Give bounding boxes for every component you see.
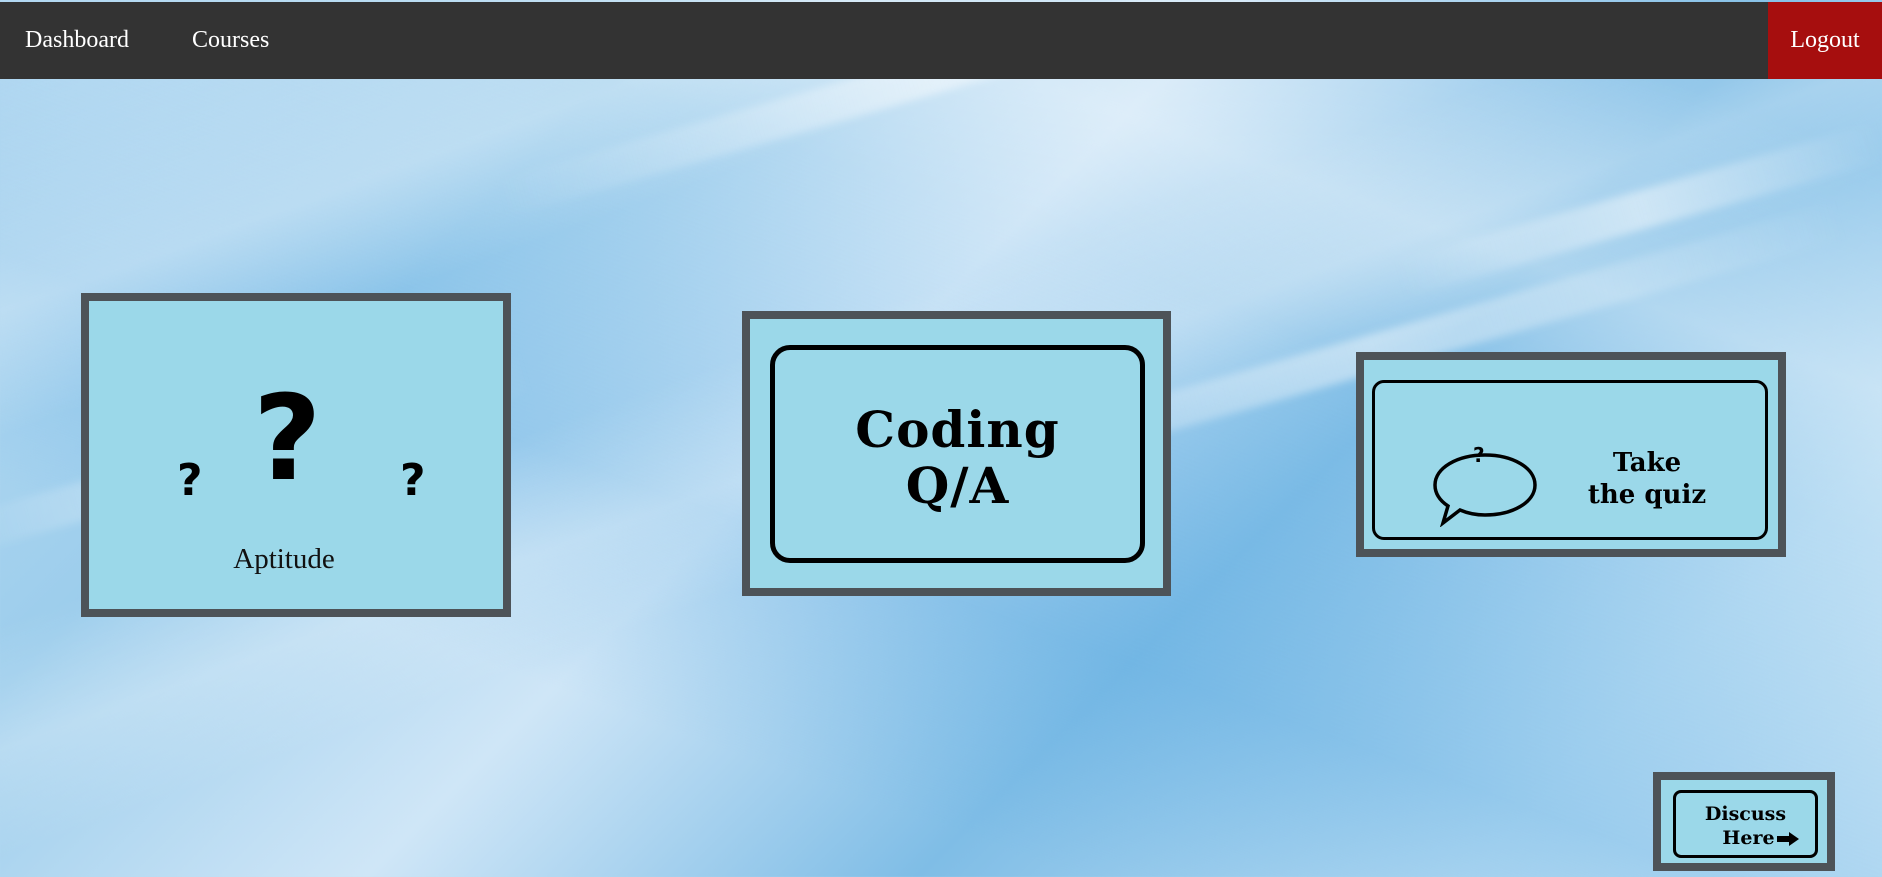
- quiz-label-line2: the quiz: [1587, 480, 1707, 510]
- coding-qa-title: Coding Q/A: [775, 402, 1140, 514]
- coding-frame: Coding Q/A: [770, 345, 1145, 563]
- quiz-frame: ? Take the quiz: [1372, 380, 1768, 540]
- aptitude-card[interactable]: ? ? ? Aptitude: [81, 293, 511, 617]
- arrow-right-icon: [1776, 832, 1799, 846]
- coding-title-line2: Q/A: [905, 456, 1010, 515]
- nav-courses-link[interactable]: Courses: [192, 2, 269, 79]
- quiz-label-line1: Take: [1612, 448, 1682, 478]
- take-quiz-label: Take the quiz: [1552, 447, 1742, 511]
- logout-button[interactable]: Logout: [1768, 2, 1882, 79]
- bubble-question-mark: ?: [1473, 443, 1485, 467]
- discuss-here-button[interactable]: Discuss Here: [1653, 772, 1835, 871]
- coding-qa-card[interactable]: Coding Q/A: [742, 311, 1171, 596]
- question-mark-icon: ?: [177, 455, 203, 506]
- nav-dashboard-link[interactable]: Dashboard: [25, 2, 129, 79]
- aptitude-label: Aptitude: [233, 543, 335, 575]
- question-mark-icon: ?: [253, 369, 322, 507]
- discuss-label-line1: Discuss: [1704, 803, 1787, 825]
- discuss-label-line2-wrap: Here: [1676, 826, 1815, 850]
- coding-title-line1: Coding: [855, 400, 1060, 459]
- discuss-label: Discuss Here: [1676, 802, 1815, 850]
- question-mark-icon: ?: [400, 455, 426, 506]
- top-navbar: Dashboard Courses Logout: [0, 2, 1882, 79]
- speech-bubble-icon: [1433, 453, 1537, 527]
- discuss-label-line2: Here: [1722, 827, 1775, 849]
- take-quiz-card[interactable]: ? Take the quiz: [1356, 352, 1786, 557]
- discuss-frame: Discuss Here: [1673, 790, 1818, 858]
